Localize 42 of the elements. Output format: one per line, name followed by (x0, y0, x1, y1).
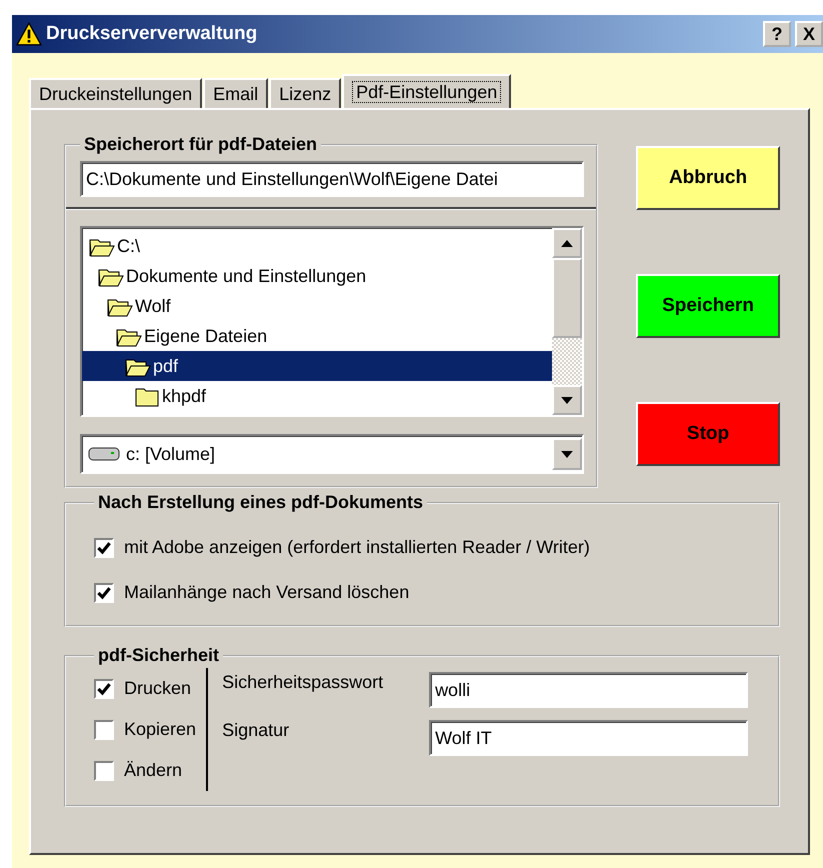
checkbox[interactable] (94, 720, 114, 740)
tab[interactable]: Pdf-Einstellungen (342, 74, 512, 108)
checkbox[interactable] (94, 760, 114, 780)
field-label: Signatur (222, 720, 290, 741)
tab[interactable]: Druckeinstellungen (29, 78, 202, 108)
checkbox[interactable] (94, 582, 114, 602)
checkbox-label: Drucken (124, 678, 192, 699)
group-title: pdf-Sicherheit (97, 645, 220, 666)
checkbox[interactable] (94, 678, 114, 698)
checkbox-label: Ändern (124, 760, 182, 781)
checkbox-label: Mailanhänge nach Versand löschen (124, 582, 410, 603)
input-field[interactable]: wolli (429, 672, 748, 708)
group-title: Speicherort für pdf-Dateien (83, 134, 318, 155)
path-field[interactable]: C:\Dokumente und Einstellungen\Wolf\Eigene Datei (80, 161, 584, 197)
checkbox-label: mit Adobe anzeigen (erfordert installierten Reader / Writer) (124, 537, 590, 558)
up-arrow-icon[interactable] (561, 240, 573, 246)
drive-icon (88, 446, 120, 462)
field-label: Sicherheitspasswort (222, 672, 384, 693)
drive-dropdown[interactable]: c: [Volume] (80, 434, 584, 474)
warning-icon (16, 22, 42, 46)
folder-item[interactable]: pdf (82, 351, 552, 381)
folder-list[interactable]: C:\ Dokumente und Einstellungen Wolf Eigene Dateien pdf khpdf (80, 226, 584, 417)
input-field[interactable]: Wolf IT (429, 720, 748, 756)
tab[interactable]: Email (203, 78, 268, 108)
help-button[interactable]: ? (763, 21, 791, 47)
down-arrow-icon[interactable] (561, 396, 573, 404)
checkbox[interactable] (94, 538, 114, 558)
group-title: Nach Erstellung eines pdf-Dokuments (97, 492, 424, 513)
scrollbar[interactable] (552, 228, 582, 415)
folder-item[interactable]: khpdf (82, 381, 552, 411)
window-title: Druckserververwaltung (46, 23, 258, 45)
tab[interactable]: Lizenz (269, 78, 342, 108)
dropdown-arrow-icon[interactable] (561, 450, 573, 458)
checkbox-label: Kopieren (124, 719, 196, 740)
folder-item[interactable]: C:\ (82, 231, 552, 261)
action-button[interactable]: Stop (636, 402, 780, 466)
action-button[interactable]: Speichern (636, 274, 780, 338)
folder-item[interactable]: Eigene Dateien (82, 321, 552, 351)
folder-item[interactable]: Wolf (82, 291, 552, 321)
action-button[interactable]: Abbruch (636, 146, 780, 210)
folder-item[interactable]: Dokumente und Einstellungen (82, 261, 552, 291)
close-button[interactable]: X (795, 21, 823, 47)
